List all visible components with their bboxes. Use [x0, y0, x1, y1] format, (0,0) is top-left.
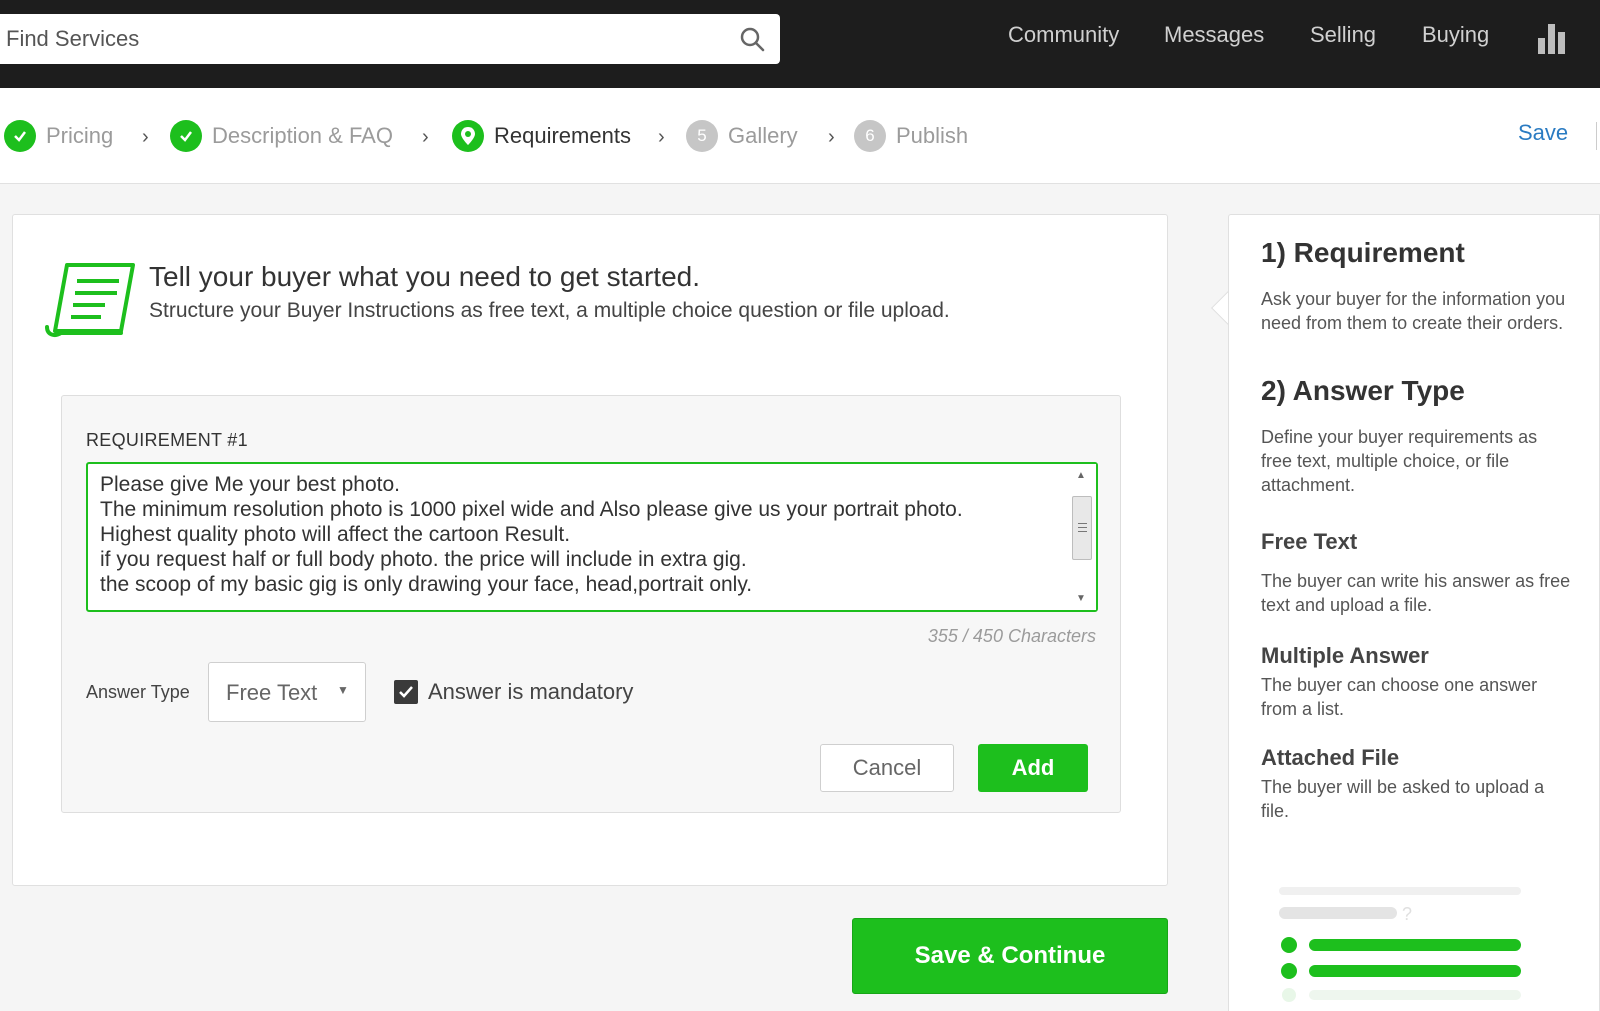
- document-scroll-icon: [45, 263, 135, 337]
- save-continue-button[interactable]: Save & Continue: [852, 918, 1168, 994]
- save-link[interactable]: Save: [1518, 120, 1568, 146]
- step-label: Requirements: [494, 123, 631, 148]
- step-label: Pricing: [46, 123, 114, 148]
- nav-community[interactable]: Community: [1008, 22, 1119, 48]
- caret-down-icon: ▼: [337, 683, 349, 697]
- help-text-answer-type: Define your buyer requirements as free t…: [1261, 427, 1538, 495]
- chevron-right-icon: ›: [142, 126, 149, 148]
- check-icon: [170, 120, 202, 152]
- step-description-faq[interactable]: Description & FAQ: [170, 118, 393, 154]
- step-publish[interactable]: 6 Publish: [854, 118, 968, 154]
- requirement-box: REQUIREMENT #1 Please give Me your best …: [61, 395, 1121, 813]
- step-number: 6: [854, 120, 886, 152]
- chevron-right-icon: ›: [422, 126, 429, 148]
- search-input[interactable]: [0, 14, 720, 64]
- requirements-card: Tell your buyer what you need to get sta…: [12, 214, 1168, 886]
- mandatory-checkbox[interactable]: [394, 680, 418, 704]
- step-label: Publish: [896, 123, 969, 148]
- step-gallery[interactable]: 5 Gallery: [686, 118, 798, 154]
- textarea-scrollbar[interactable]: ▲ ▼: [1068, 464, 1096, 610]
- help-free-text-desc: The buyer can write his answer as free t…: [1261, 571, 1571, 615]
- gig-steps-bar: Pricing › Description & FAQ › Requiremen…: [0, 88, 1600, 184]
- scroll-thumb[interactable]: [1072, 496, 1092, 560]
- step-pricing[interactable]: Pricing: [4, 118, 113, 154]
- help-attached-file-title: Attached File: [1261, 745, 1400, 770]
- step-requirements[interactable]: Requirements: [452, 118, 631, 154]
- chevron-right-icon: ›: [828, 126, 835, 148]
- help-free-text-title: Free Text: [1261, 529, 1358, 554]
- step-label: Description & FAQ: [212, 123, 393, 148]
- location-pin-icon: [452, 120, 484, 152]
- help-attached-file-desc: The buyer will be asked to upload a file…: [1261, 777, 1545, 821]
- top-navigation-bar: Community Messages Selling Buying: [0, 0, 1600, 88]
- requirement-label: REQUIREMENT #1: [86, 430, 248, 450]
- requirement-textarea[interactable]: Please give Me your best photo. The mini…: [88, 464, 1068, 610]
- step-number: 5: [686, 120, 718, 152]
- help-panel: 1) Requirement Ask your buyer for the in…: [1228, 214, 1600, 1011]
- character-count: 355 / 450 Characters: [927, 626, 1096, 646]
- nav-messages[interactable]: Messages: [1164, 22, 1264, 48]
- cancel-button[interactable]: Cancel: [820, 744, 954, 792]
- chevron-right-icon: ›: [658, 126, 665, 148]
- stats-icon[interactable]: [1538, 24, 1566, 54]
- search-bar: [0, 14, 780, 64]
- step-label: Gallery: [728, 123, 798, 148]
- multiple-choice-illustration: ?: [1279, 887, 1521, 1002]
- svg-text:?: ?: [1402, 904, 1412, 924]
- search-icon[interactable]: [738, 25, 766, 53]
- answer-type-select[interactable]: Free Text ▼: [208, 662, 366, 722]
- help-multiple-answer-title: Multiple Answer: [1261, 643, 1429, 668]
- requirement-text-wrapper: Please give Me your best photo. The mini…: [86, 462, 1098, 612]
- check-icon: [4, 120, 36, 152]
- scroll-up-icon[interactable]: ▲: [1076, 470, 1086, 481]
- help-heading-requirement: 1) Requirement: [1261, 237, 1465, 268]
- nav-selling[interactable]: Selling: [1310, 22, 1376, 48]
- help-multiple-answer-desc: The buyer can choose one answer from a l…: [1261, 675, 1538, 719]
- card-subtitle: Structure your Buyer Instructions as fre…: [149, 299, 950, 322]
- add-button[interactable]: Add: [978, 744, 1088, 792]
- help-text-requirement: Ask your buyer for the information you n…: [1261, 289, 1566, 333]
- help-heading-answer-type: 2) Answer Type: [1261, 375, 1465, 406]
- scroll-down-icon[interactable]: ▼: [1076, 593, 1086, 604]
- mandatory-label[interactable]: Answer is mandatory: [428, 679, 633, 705]
- answer-type-value: Free Text: [226, 680, 318, 705]
- divider: [1596, 122, 1597, 150]
- nav-buying[interactable]: Buying: [1422, 22, 1489, 48]
- answer-type-label: Answer Type: [86, 682, 190, 702]
- card-title: Tell your buyer what you need to get sta…: [149, 261, 700, 292]
